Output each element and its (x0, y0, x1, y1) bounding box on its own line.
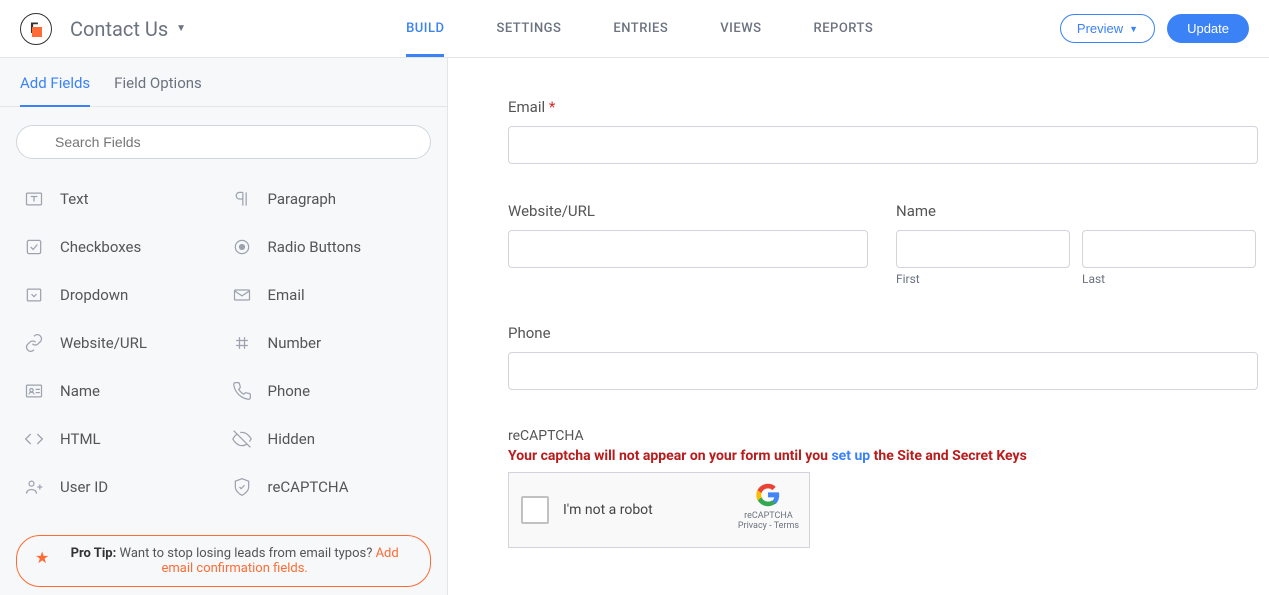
phone-icon (230, 379, 254, 403)
checkbox-icon (22, 235, 46, 259)
form-title-dropdown[interactable]: Contact Us ▼ (70, 17, 186, 41)
first-name-sublabel: First (896, 272, 1070, 286)
mail-icon (230, 283, 254, 307)
top-nav: BUILD SETTINGS ENTRIES VIEWS REPORTS (406, 1, 873, 56)
field-checkboxes[interactable]: Checkboxes (16, 223, 224, 271)
caret-down-icon: ▼ (1129, 24, 1138, 34)
star-icon: ★ (35, 548, 49, 567)
field-name[interactable]: Name (16, 367, 224, 415)
field-radio[interactable]: Radio Buttons (224, 223, 432, 271)
field-row-phone[interactable]: Phone (508, 324, 1259, 390)
recaptcha-label: reCAPTCHA (508, 428, 1259, 444)
nav-build[interactable]: BUILD (406, 1, 444, 56)
nav-entries[interactable]: ENTRIES (613, 1, 668, 56)
nav-reports[interactable]: REPORTS (814, 1, 874, 56)
name-icon (22, 379, 46, 403)
paragraph-icon (230, 187, 254, 211)
last-name-sublabel: Last (1082, 272, 1256, 286)
tab-field-options[interactable]: Field Options (114, 74, 202, 106)
first-name-input[interactable] (896, 230, 1070, 268)
hidden-icon (230, 427, 254, 451)
phone-label: Phone (508, 324, 1259, 342)
fields-palette: Text Paragraph Checkboxes Radio Buttons … (0, 167, 447, 519)
nav-settings[interactable]: SETTINGS (496, 1, 561, 56)
nav-views[interactable]: VIEWS (720, 1, 761, 56)
email-label: Email * (508, 98, 1259, 116)
recaptcha-widget[interactable]: I'm not a robot reCAPTCHA Privacy - Term… (508, 472, 810, 548)
field-row-name[interactable]: Name First Last (896, 202, 1256, 286)
field-row-website[interactable]: Website/URL (508, 202, 868, 286)
radio-icon (230, 235, 254, 259)
recaptcha-logo-icon (752, 481, 784, 509)
logo-icon: F (20, 13, 52, 45)
field-email[interactable]: Email (224, 271, 432, 319)
field-hidden[interactable]: Hidden (224, 415, 432, 463)
recaptcha-badge: reCAPTCHA Privacy - Terms (738, 481, 799, 531)
sidebar-tabs: Add Fields Field Options (0, 58, 447, 107)
website-label: Website/URL (508, 202, 868, 220)
form-title: Contact Us (70, 17, 168, 41)
shield-icon (230, 475, 254, 499)
app-header: F Contact Us ▼ BUILD SETTINGS ENTRIES VI… (0, 0, 1269, 58)
field-html[interactable]: HTML (16, 415, 224, 463)
last-name-input[interactable] (1082, 230, 1256, 268)
form-canvas: Email * Website/URL Name First Last (448, 58, 1269, 595)
setup-link[interactable]: set up (831, 448, 870, 464)
field-paragraph[interactable]: Paragraph (224, 175, 432, 223)
website-input[interactable] (508, 230, 868, 268)
user-icon (22, 475, 46, 499)
update-button[interactable]: Update (1167, 14, 1249, 43)
field-dropdown[interactable]: Dropdown (16, 271, 224, 319)
tab-add-fields[interactable]: Add Fields (20, 74, 90, 106)
field-number[interactable]: Number (224, 319, 432, 367)
header-actions: Preview ▼ Update (1060, 14, 1249, 43)
recaptcha-checkbox[interactable] (521, 496, 549, 524)
dropdown-icon (22, 283, 46, 307)
sidebar: Add Fields Field Options Text Paragraph … (0, 58, 448, 595)
field-row-recaptcha[interactable]: reCAPTCHA Your captcha will not appear o… (508, 428, 1259, 548)
field-recaptcha[interactable]: reCAPTCHA (224, 463, 432, 511)
name-label: Name (896, 202, 1256, 220)
html-icon (22, 427, 46, 451)
email-input[interactable] (508, 126, 1258, 164)
field-row-email[interactable]: Email * (508, 98, 1259, 164)
text-icon (22, 187, 46, 211)
field-website[interactable]: Website/URL (16, 319, 224, 367)
hash-icon (230, 331, 254, 355)
preview-button[interactable]: Preview ▼ (1060, 14, 1155, 43)
phone-input[interactable] (508, 352, 1258, 390)
caret-down-icon: ▼ (176, 23, 186, 34)
search-input[interactable] (16, 125, 431, 159)
field-userid[interactable]: User ID (16, 463, 224, 511)
field-text[interactable]: Text (16, 175, 224, 223)
pro-tip-banner: ★ Pro Tip: Want to stop losing leads fro… (16, 535, 431, 587)
link-icon (22, 331, 46, 355)
field-phone[interactable]: Phone (224, 367, 432, 415)
recaptcha-warning: Your captcha will not appear on your for… (508, 448, 1259, 464)
